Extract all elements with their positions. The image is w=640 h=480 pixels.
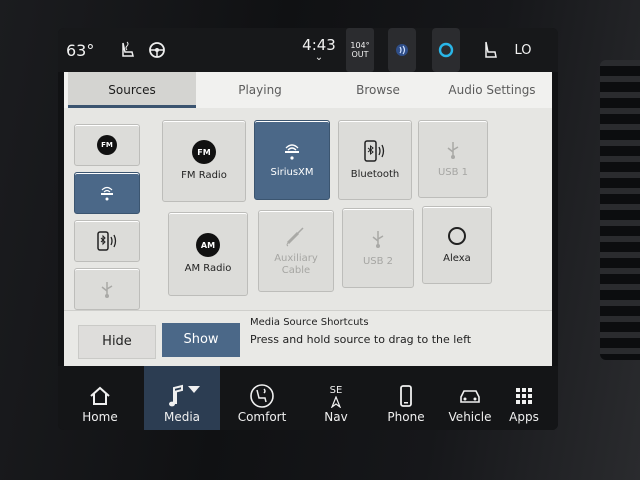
shortcuts-title: Media Source Shortcuts (250, 317, 369, 328)
aux-cable-icon (286, 227, 304, 247)
compass-icon: SE (329, 382, 343, 410)
source-label: AM Radio (184, 263, 232, 274)
source-siriusxm[interactable]: SiriusXM (254, 120, 330, 200)
heated-seat-icon[interactable] (112, 28, 142, 72)
fm-icon: FM (97, 135, 117, 155)
nav-media[interactable]: Media (144, 366, 220, 430)
hide-button[interactable]: Hide (78, 325, 156, 359)
outside-temp-label: OUT (351, 50, 369, 59)
source-bluetooth[interactable]: Bluetooth (338, 120, 412, 200)
status-bar: 63° 4:43 ⌄ 104° OUT LO (58, 28, 558, 72)
source-label: Alexa (443, 253, 471, 264)
siriusxm-icon (285, 144, 299, 160)
source-label: Bluetooth (350, 169, 400, 180)
bluetooth-shortcut[interactable] (74, 220, 140, 262)
nav-label: Vehicle (448, 410, 492, 424)
apps-grid-icon (515, 382, 533, 410)
outside-temp-value: 104° (350, 41, 370, 50)
source-alexa[interactable]: Alexa (422, 206, 492, 284)
show-button[interactable]: Show (162, 323, 240, 357)
bottom-nav: Home Media Comfort SE Nav Phone Vehicle … (58, 366, 558, 430)
tab-sources[interactable]: Sources (68, 72, 196, 108)
nav-label: Home (82, 410, 118, 424)
phone-icon (399, 382, 413, 410)
clock[interactable]: 4:43 ⌄ (294, 28, 344, 72)
source-fm-radio[interactable]: FM FM Radio (162, 120, 246, 202)
source-usb-2[interactable]: USB 2 (342, 208, 414, 288)
music-note-icon (162, 382, 202, 410)
usb-shortcut[interactable] (74, 268, 140, 310)
alexa-icon[interactable] (432, 28, 460, 72)
shortcuts-hint: Press and hold source to drag to the lef… (250, 333, 472, 346)
seat-icon[interactable] (476, 28, 504, 72)
source-label: USB 1 (437, 167, 469, 178)
usb-icon (447, 142, 459, 159)
cabin-temperature[interactable]: 63° (66, 28, 94, 72)
nav-home[interactable]: Home (62, 366, 138, 430)
source-usb-1[interactable]: USB 1 (418, 120, 488, 198)
media-tabs: Sources Playing Browse Audio Settings (64, 72, 552, 108)
tab-audio-settings[interactable]: Audio Settings (432, 72, 552, 108)
nav-label: Media (163, 410, 201, 424)
source-label: Auxiliary Cable (274, 253, 318, 276)
media-content: Sources Playing Browse Audio Settings FM… (64, 72, 552, 367)
source-am-radio[interactable]: AM AM Radio (168, 212, 248, 296)
alexa-icon (448, 227, 466, 245)
chevron-down-icon: ⌄ (314, 51, 324, 63)
nav-label: Comfort (237, 410, 287, 424)
source-label: USB 2 (362, 256, 394, 267)
air-vent (600, 60, 640, 360)
fan-level[interactable]: LO (508, 28, 538, 72)
nav-nav[interactable]: SE Nav (298, 366, 374, 430)
source-label: SiriusXM (270, 167, 314, 178)
nav-label: Phone (387, 410, 425, 424)
media-source-shortcuts-bar: Hide Show Media Source Shortcuts Press a… (64, 310, 552, 367)
outside-temperature: 104° OUT (346, 28, 374, 72)
fm-shortcut[interactable]: FM (74, 124, 140, 166)
compass-heading: SE (329, 384, 343, 396)
tab-browse[interactable]: Browse (326, 72, 430, 108)
comfort-icon (248, 382, 276, 410)
heated-wheel-icon[interactable] (142, 28, 172, 72)
nav-label: Nav (324, 410, 348, 424)
nav-apps[interactable]: Apps (494, 366, 554, 430)
voice-command-icon[interactable] (388, 28, 416, 72)
bluetooth-phone-icon (364, 140, 385, 162)
tab-playing[interactable]: Playing (196, 72, 324, 108)
vehicle-icon (458, 382, 482, 410)
source-label: FM Radio (181, 170, 227, 181)
clock-time: 4:43 (302, 35, 336, 54)
siriusxm-shortcut[interactable] (74, 172, 140, 214)
fm-icon: FM (192, 140, 216, 164)
bluetooth-phone-icon (97, 231, 117, 251)
home-icon (88, 382, 112, 410)
infotainment-screen: 63° 4:43 ⌄ 104° OUT LO Sources Playing B… (58, 28, 558, 430)
source-auxiliary-cable[interactable]: Auxiliary Cable (258, 210, 334, 292)
usb-icon (372, 231, 384, 248)
siriusxm-icon (101, 186, 113, 201)
nav-label: Apps (509, 410, 539, 424)
am-icon: AM (196, 233, 220, 257)
usb-icon (101, 282, 113, 298)
nav-comfort[interactable]: Comfort (224, 366, 300, 430)
